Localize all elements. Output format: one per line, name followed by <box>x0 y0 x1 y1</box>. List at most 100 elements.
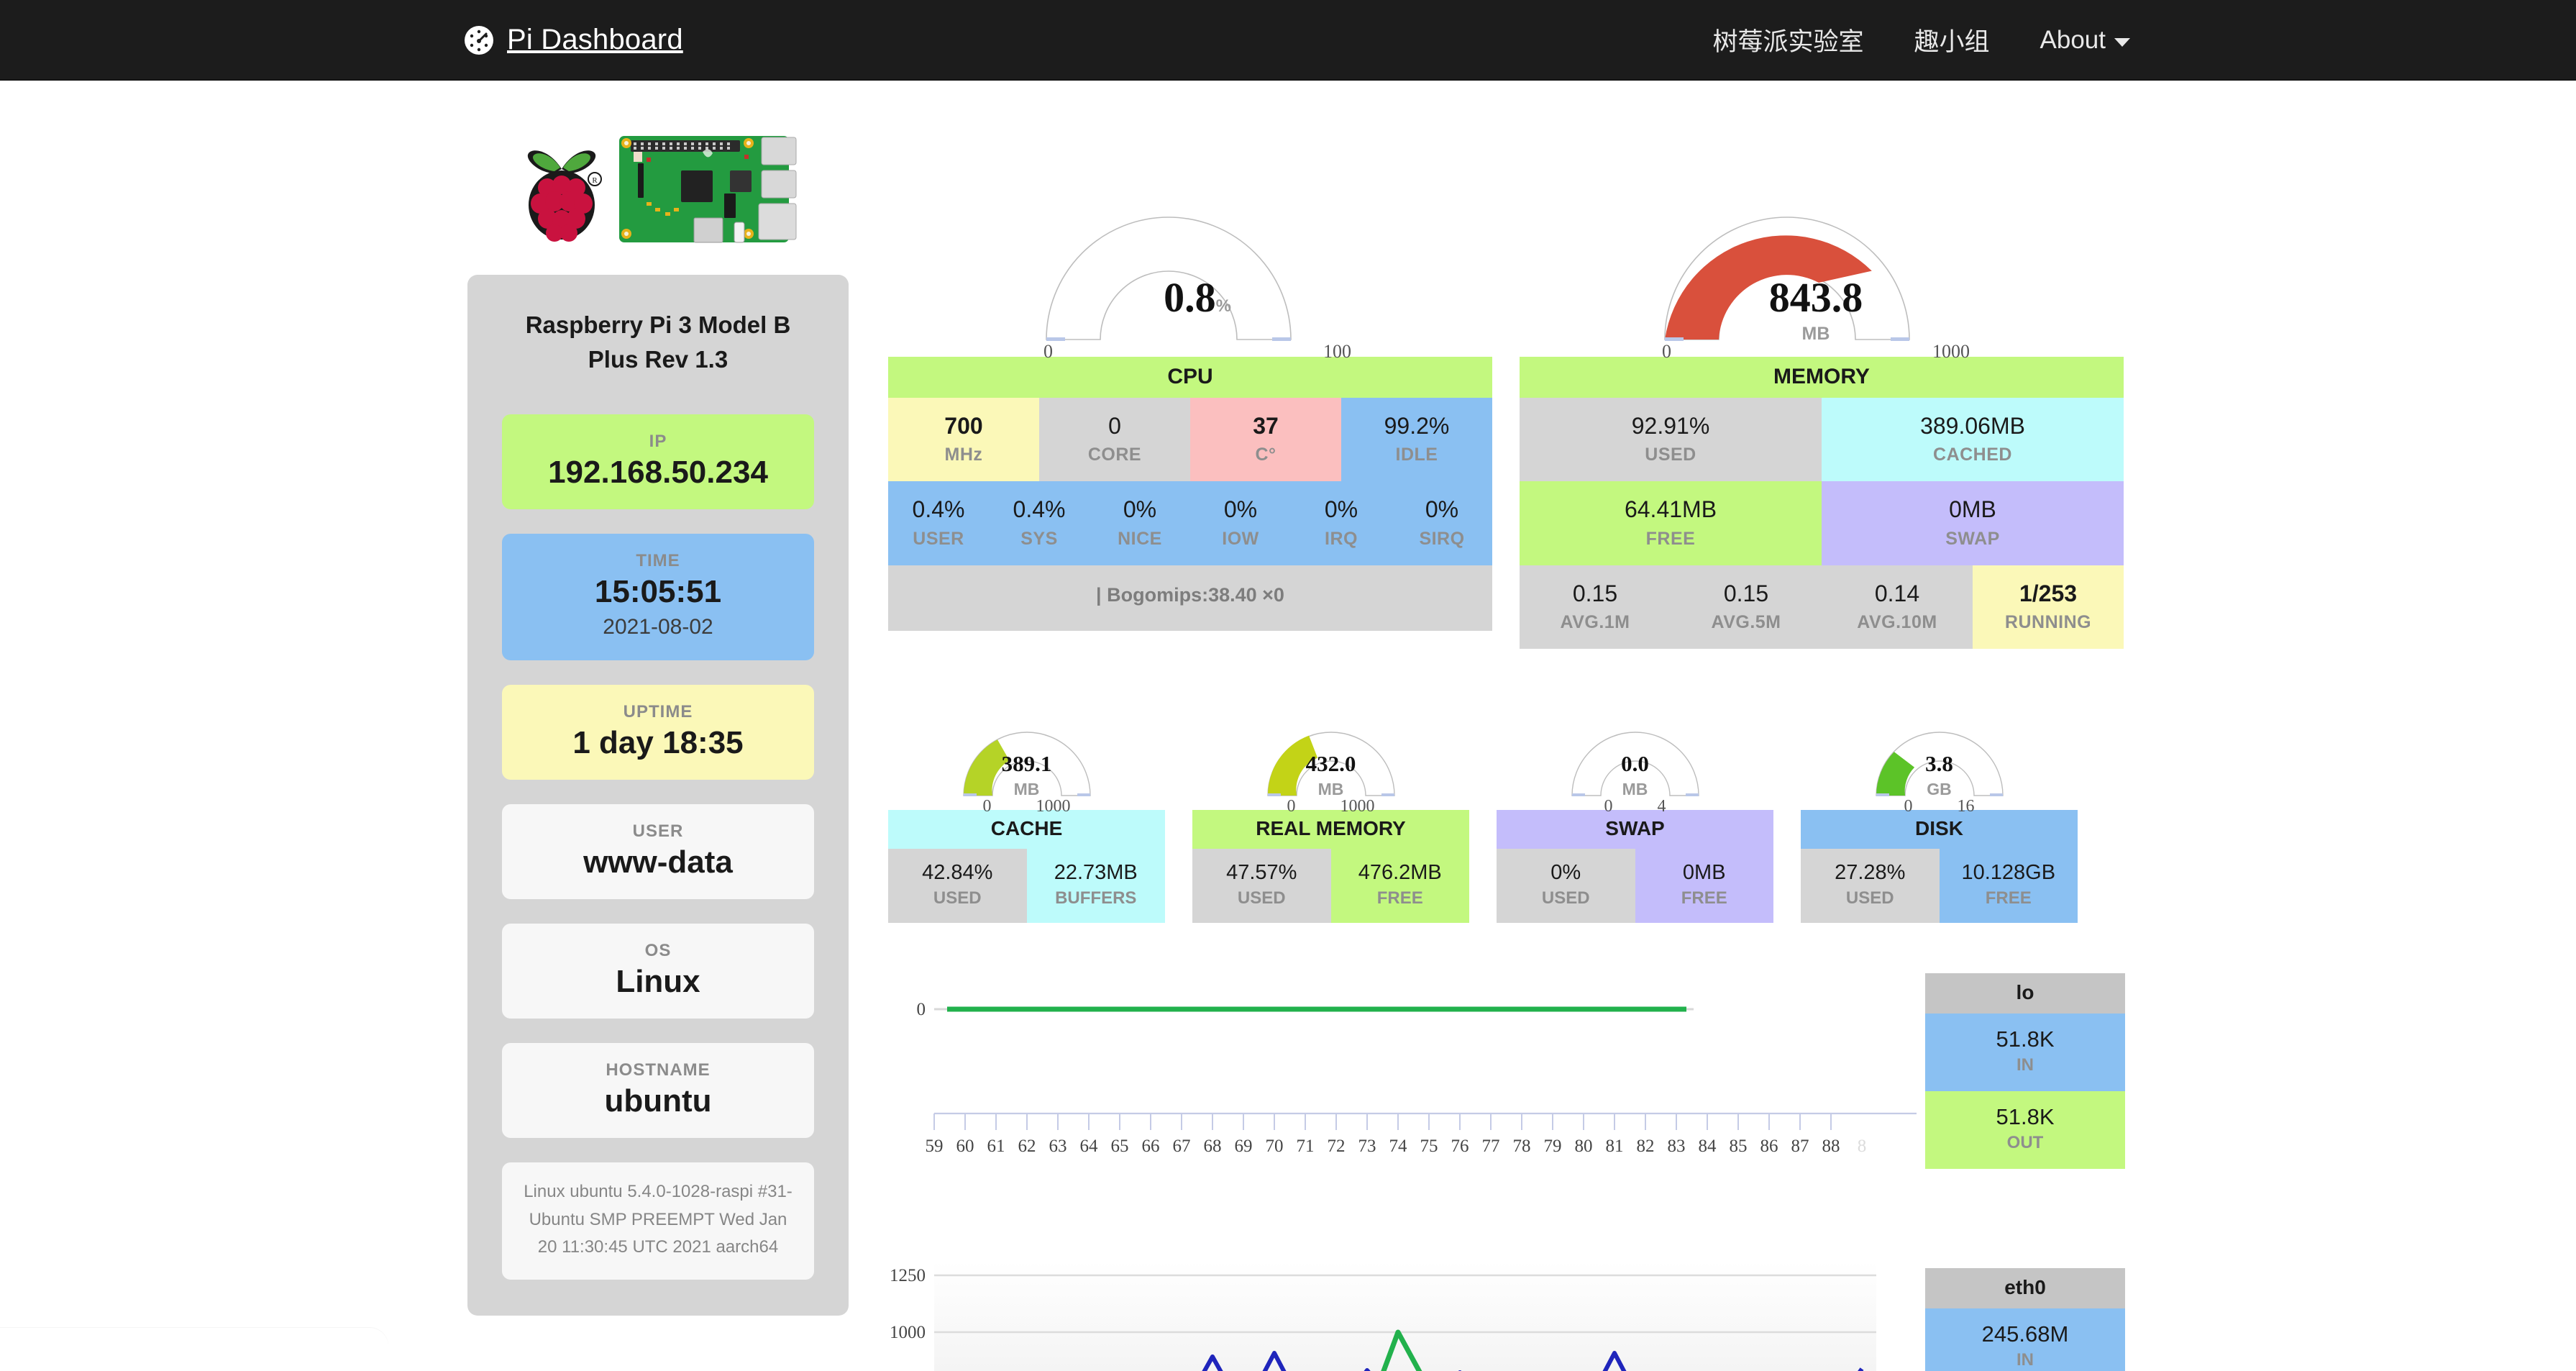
svg-text:74: 74 <box>1389 1137 1408 1156</box>
real-memory-gauge: 432.0 MB 0 1000 <box>1192 695 1469 816</box>
lo-chart-xticks: 59 60 61 62 63 64 65 66 67 68 69 70 71 72 73 74 75 7… <box>926 1137 1840 1156</box>
memory-cell-running-value: 1/253 <box>2019 580 2078 606</box>
real-memory-cell-used: 47.57% USED <box>1192 849 1331 924</box>
nav-link-lab-label: 树莓派实验室 <box>1712 28 1864 56</box>
eth0-network-name: eth0 <box>1925 1268 2125 1309</box>
cpu-panel-title: CPU <box>888 357 1492 398</box>
device-stat-uptime-value: 1 day 18:35 <box>572 724 744 760</box>
device-stat-ip-value: 192.168.50.234 <box>548 454 768 490</box>
cpu-gauge-value-wrap: 0.8% <box>1018 273 1377 322</box>
device-stat-os-label: OS <box>644 940 672 960</box>
cpu-cell-nice: 0% NICE <box>1090 481 1190 565</box>
bottom-panel-edge <box>0 1328 388 1371</box>
svg-text:71: 71 <box>1297 1137 1315 1156</box>
lo-network-block: 0 59 60 61 62 63 64 65 66 67 68 69 70 71… <box>888 966 2125 1182</box>
nav-link-group[interactable]: 趣小组 <box>1914 22 1990 58</box>
cpu-cell-nice-value: 0% <box>1123 496 1157 523</box>
svg-text:65: 65 <box>1111 1137 1129 1156</box>
device-stat-os-value: Linux <box>616 964 700 1000</box>
cpu-cell-idle-label: IDLE <box>1395 445 1438 465</box>
lo-network-name: lo <box>1925 973 2125 1014</box>
svg-text:75: 75 <box>1420 1137 1438 1156</box>
device-stat-hostname: HOSTNAME ubuntu <box>502 1043 814 1139</box>
real-memory-card: 432.0 MB 0 1000 REAL MEMORY 47.57% USED … <box>1192 695 1469 924</box>
eth0-network-in-value: 245.68M <box>1981 1321 2069 1347</box>
real-memory-cell-free: 476.2MB FREE <box>1330 849 1469 924</box>
cpu-gauge-cell: 0.8% 0 100 <box>888 174 1507 362</box>
svg-text:59: 59 <box>926 1137 944 1156</box>
device-info-panel: Raspberry Pi 3 Model B Plus Rev 1.3 IP 1… <box>467 275 849 1316</box>
cpu-cell-user-value: 0.4% <box>912 496 965 523</box>
cpu-cell-idle: 99.2% IDLE <box>1341 398 1492 482</box>
swap-card: 0.0 MB 0 4 SWAP 0% USED 0MB FREE <box>1497 695 1773 924</box>
nav-link-lab[interactable]: 树莓派实验室 <box>1713 22 1864 58</box>
device-stat-user-value: www-data <box>583 844 733 880</box>
swap-gauge-ticks: 0 4 <box>1497 797 1773 816</box>
disk-cell-free-label: FREE <box>1985 888 2032 908</box>
cpu-cell-user: 0.4% USER <box>888 481 989 565</box>
memory-cell-swap: 0MB SWAP <box>1822 481 2124 565</box>
svg-text:84: 84 <box>1699 1137 1717 1156</box>
cpu-cell-core-value: 0 <box>1108 413 1121 439</box>
cpu-panel-footer: | Bogomips:38.40 ×0 <box>888 565 1492 631</box>
device-stat-hostname-value: ubuntu <box>604 1083 712 1119</box>
eth0-chart-ytick-1250: 1250 <box>890 1266 926 1285</box>
eth0-network-in-label: IN <box>2017 1350 2034 1370</box>
svg-text:70: 70 <box>1266 1137 1284 1156</box>
cpu-panel: CPU 700 MHz 0 CORE 37 C° 99.2% IDLE 0.4%… <box>888 357 1492 649</box>
chevron-down-icon <box>2114 37 2130 47</box>
memory-cell-avg1m: 0.15 AVG.1M <box>1520 565 1671 650</box>
memory-gauge-cell: 843.8 MB 0 1000 <box>1507 174 2125 362</box>
memory-cell-avg5m-value: 0.15 <box>1723 580 1769 606</box>
eth0-chart: 1250 1000 750 <box>888 1261 1917 1371</box>
svg-text:86: 86 <box>1760 1137 1778 1156</box>
cpu-gauge: 0.8% 0 100 <box>1018 174 1377 362</box>
cache-cell-buffers-label: BUFFERS <box>1055 888 1137 908</box>
disk-cell-used-value: 27.28% <box>1835 861 1906 885</box>
svg-text:60: 60 <box>956 1137 974 1156</box>
eth0-network-in: 245.68M IN <box>1925 1308 2125 1371</box>
device-stat-user: USER www-data <box>502 803 814 899</box>
cpu-cell-temp-value: 37 <box>1253 413 1279 439</box>
cpu-cell-sirq: 0% SIRQ <box>1392 481 1492 565</box>
swap-gauge-value: 0.0 <box>1621 751 1649 777</box>
cpu-panel-row-1: 700 MHz 0 CORE 37 C° 99.2% IDLE <box>888 398 1492 482</box>
memory-cell-avg5m-label: AVG.5M <box>1711 612 1781 633</box>
disk-gauge: 3.8 GB 0 16 <box>1801 695 2078 816</box>
cache-gauge: 389.1 MB 0 1000 <box>888 695 1165 816</box>
svg-text:61: 61 <box>987 1137 1005 1156</box>
cache-cell-buffers-value: 22.73MB <box>1054 861 1138 885</box>
disk-cell-used: 27.28% USED <box>1801 849 1940 924</box>
lo-network-out: 51.8K OUT <box>1925 1091 2125 1170</box>
svg-text:88: 88 <box>1822 1137 1840 1156</box>
svg-text:82: 82 <box>1637 1137 1655 1156</box>
cpu-cell-iow-label: IOW <box>1222 528 1259 549</box>
cpu-cell-irq-value: 0% <box>1324 496 1358 523</box>
memory-gauge-value: 843.8 <box>1768 274 1863 321</box>
memory-cell-avg1m-value: 0.15 <box>1572 580 1618 606</box>
brand-link[interactable]: Pi Dashboard <box>464 24 683 56</box>
cache-card: 389.1 MB 0 1000 CACHE 42.84% USED 22.73M… <box>888 695 1165 924</box>
swap-cell-free: 0MB FREE <box>1635 849 1773 924</box>
memory-cell-cached-label: CACHED <box>1933 445 2012 465</box>
svg-text:79: 79 <box>1544 1137 1562 1156</box>
cache-card-row: 42.84% USED 22.73MB BUFFERS <box>888 849 1165 924</box>
disk-gauge-min: 0 <box>1904 797 1913 816</box>
nav-link-about-label: About <box>2040 25 2106 54</box>
cpu-cell-irq: 0% IRQ <box>1291 481 1392 565</box>
nav-link-about[interactable]: About <box>2040 26 2130 55</box>
raspberry-pi-board-image <box>618 133 798 245</box>
cpu-cell-nice-label: NICE <box>1118 528 1162 549</box>
eth0-network-panel: eth0 245.68M IN <box>1925 1268 2125 1371</box>
cpu-cell-idle-value: 99.2% <box>1384 413 1450 439</box>
svg-text:80: 80 <box>1575 1137 1593 1156</box>
swap-cell-used-value: 0% <box>1550 861 1581 885</box>
cache-gauge-value: 389.1 <box>1001 751 1052 777</box>
mini-cards-row: 389.1 MB 0 1000 CACHE 42.84% USED 22.73M… <box>888 695 2125 924</box>
memory-panel: MEMORY 92.91% USED 389.06MB CACHED 64.41… <box>1520 357 2124 650</box>
memory-cell-swap-value: 0MB <box>1949 496 1996 523</box>
real-memory-gauge-min: 0 <box>1287 797 1296 816</box>
disk-card-row: 27.28% USED 10.128GB FREE <box>1801 849 2078 924</box>
swap-cell-used: 0% USED <box>1497 849 1635 924</box>
svg-text:69: 69 <box>1235 1137 1253 1156</box>
